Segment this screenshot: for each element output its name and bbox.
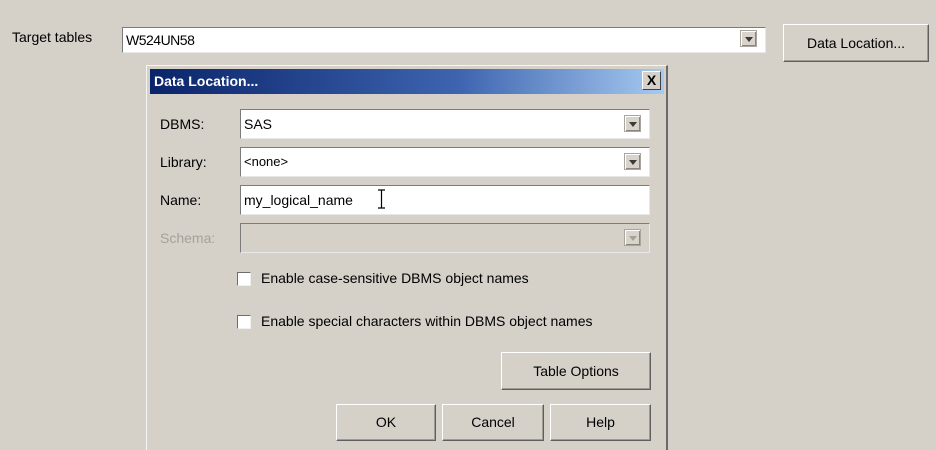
special-characters-checkbox[interactable] [237, 315, 251, 329]
schema-select[interactable] [240, 223, 650, 253]
name-label: Name: [160, 192, 202, 208]
library-value: <none> [244, 154, 289, 169]
target-tables-dropdown-button[interactable] [740, 30, 757, 47]
library-dropdown-button[interactable] [624, 153, 641, 170]
help-button[interactable]: Help [550, 404, 651, 441]
target-tables-combobox[interactable]: W524UN58 [122, 27, 766, 53]
dialog-titlebar[interactable]: Data Location... X [150, 69, 664, 94]
dbms-select[interactable]: SAS [240, 109, 650, 139]
name-value: my_logical_name [244, 192, 353, 208]
data-location-button[interactable]: Data Location... [783, 24, 929, 62]
dbms-dropdown-button[interactable] [624, 115, 641, 132]
dialog-title: Data Location... [154, 73, 259, 89]
ok-button[interactable]: OK [336, 404, 436, 441]
case-sensitive-checkbox[interactable] [237, 272, 251, 286]
case-sensitive-label[interactable]: Enable case-sensitive DBMS object names [261, 270, 529, 286]
schema-label: Schema: [160, 230, 216, 246]
library-select[interactable]: <none> [240, 147, 650, 177]
text-cursor-icon [378, 189, 385, 209]
cancel-button[interactable]: Cancel [442, 404, 544, 441]
target-tables-label: Target tables [12, 29, 93, 45]
dbms-label: DBMS: [160, 116, 205, 132]
special-characters-label[interactable]: Enable special characters within DBMS ob… [261, 313, 593, 329]
target-tables-value: W524UN58 [126, 32, 195, 48]
data-location-dialog: Data Location... X DBMS: SAS Library: <n… [146, 65, 668, 450]
dbms-value: SAS [244, 116, 273, 132]
close-icon[interactable]: X [642, 71, 661, 90]
schema-dropdown-button[interactable] [624, 229, 641, 246]
name-input[interactable]: my_logical_name [240, 185, 650, 215]
library-label: Library: [160, 154, 207, 170]
table-options-button[interactable]: Table Options [501, 352, 651, 390]
